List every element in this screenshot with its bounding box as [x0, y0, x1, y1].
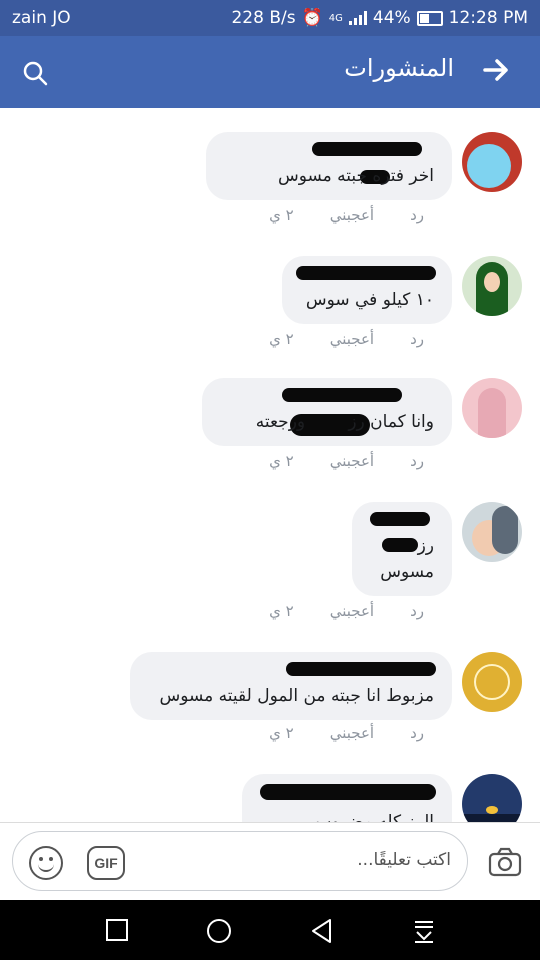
avatar[interactable] [462, 132, 522, 192]
avatar[interactable] [462, 652, 522, 712]
home-icon[interactable] [206, 918, 232, 948]
timestamp: ٢ ي [269, 206, 294, 224]
clock: 12:28 PM [448, 8, 528, 28]
comment-text: وانا كمان رز ورجعته [255, 412, 434, 432]
status-bar: zain JO 228 B/s ⏰ 4G 44% 12:28 PM [0, 0, 540, 36]
redacted-name [286, 662, 436, 676]
carrier-label: zain JO [12, 8, 71, 28]
comment-actions: ٢ ي أعجبني رد [269, 724, 424, 742]
recent-apps-icon[interactable] [105, 918, 129, 946]
comment-actions: ٢ ي أعجبني رد [269, 330, 424, 348]
network-type: 4G [328, 12, 343, 24]
comment-bubble[interactable]: مزبوط انا جبته من المول لقيته مسوس [130, 652, 452, 720]
redacted-name [382, 538, 418, 552]
reply-link[interactable]: رد [410, 452, 424, 470]
comment-text: اخر فتره جبته مسوس [277, 166, 434, 186]
alarm-icon: ⏰ [301, 8, 323, 28]
comments-list[interactable]: اخر فتره جبته مسوس ٢ ي أعجبني رد ١٠ كيلو… [0, 108, 540, 822]
like-link[interactable]: أعجبني [330, 206, 374, 224]
system-nav-bar [0, 900, 540, 960]
camera-icon[interactable] [488, 847, 522, 881]
comment-bubble[interactable]: اخر فتره جبته مسوس [206, 132, 452, 200]
comment-text: الرز كله مضروب [315, 812, 434, 822]
redacted-name [370, 512, 430, 526]
comment-input[interactable]: GIF اكتب تعليقًا... [12, 831, 468, 891]
notification-pull-icon[interactable] [412, 918, 436, 948]
redacted-name [296, 266, 436, 280]
avatar[interactable] [462, 502, 522, 562]
network-speed: 228 B/s [231, 8, 296, 28]
reply-link[interactable]: رد [410, 206, 424, 224]
comment-actions: ٢ ي أعجبني رد [269, 602, 424, 620]
search-icon[interactable] [22, 60, 48, 90]
comment-text: مسوس [380, 562, 434, 582]
redacted-name [282, 388, 402, 402]
comment-bubble[interactable]: الرز كله مضروب [242, 774, 452, 822]
signal-icon [348, 11, 367, 25]
status-indicators: 228 B/s ⏰ 4G 44% 12:28 PM [231, 8, 528, 28]
back-icon[interactable] [310, 918, 334, 948]
comment-bubble[interactable]: ١٠ كيلو في سوس [282, 256, 452, 324]
comment-placeholder: اكتب تعليقًا... [357, 850, 451, 870]
reply-link[interactable]: رد [410, 602, 424, 620]
comment-actions: ٢ ي أعجبني رد [269, 452, 424, 470]
timestamp: ٢ ي [269, 452, 294, 470]
like-link[interactable]: أعجبني [330, 602, 374, 620]
timestamp: ٢ ي [269, 724, 294, 742]
comment-text: رز [417, 536, 434, 556]
comment-bubble[interactable]: وانا كمان رز ورجعته [202, 378, 452, 446]
avatar[interactable] [462, 378, 522, 438]
battery-percent: 44% [372, 8, 411, 28]
battery-icon [416, 10, 443, 26]
comment-actions: ٢ ي أعجبني رد [269, 206, 424, 224]
emoji-icon[interactable] [29, 846, 63, 880]
reply-link[interactable]: رد [410, 330, 424, 348]
arrow-right-icon[interactable] [482, 56, 510, 92]
app-header: المنشورات [0, 36, 540, 108]
comment-text: مزبوط انا جبته من المول لقيته مسوس [159, 686, 434, 706]
comment-text: ١٠ كيلو في سوس [305, 290, 434, 310]
gif-button[interactable]: GIF [87, 846, 125, 880]
reply-link[interactable]: رد [410, 724, 424, 742]
comment-bubble[interactable]: رز مسوس [352, 502, 452, 596]
avatar[interactable] [462, 256, 522, 316]
like-link[interactable]: أعجبني [330, 724, 374, 742]
redacted-name [312, 142, 422, 156]
like-link[interactable]: أعجبني [330, 452, 374, 470]
comment-composer: GIF اكتب تعليقًا... [0, 822, 540, 901]
page-title: المنشورات [344, 54, 454, 82]
timestamp: ٢ ي [269, 330, 294, 348]
timestamp: ٢ ي [269, 602, 294, 620]
like-link[interactable]: أعجبني [330, 330, 374, 348]
avatar[interactable] [462, 774, 522, 822]
redacted-name [260, 784, 436, 800]
